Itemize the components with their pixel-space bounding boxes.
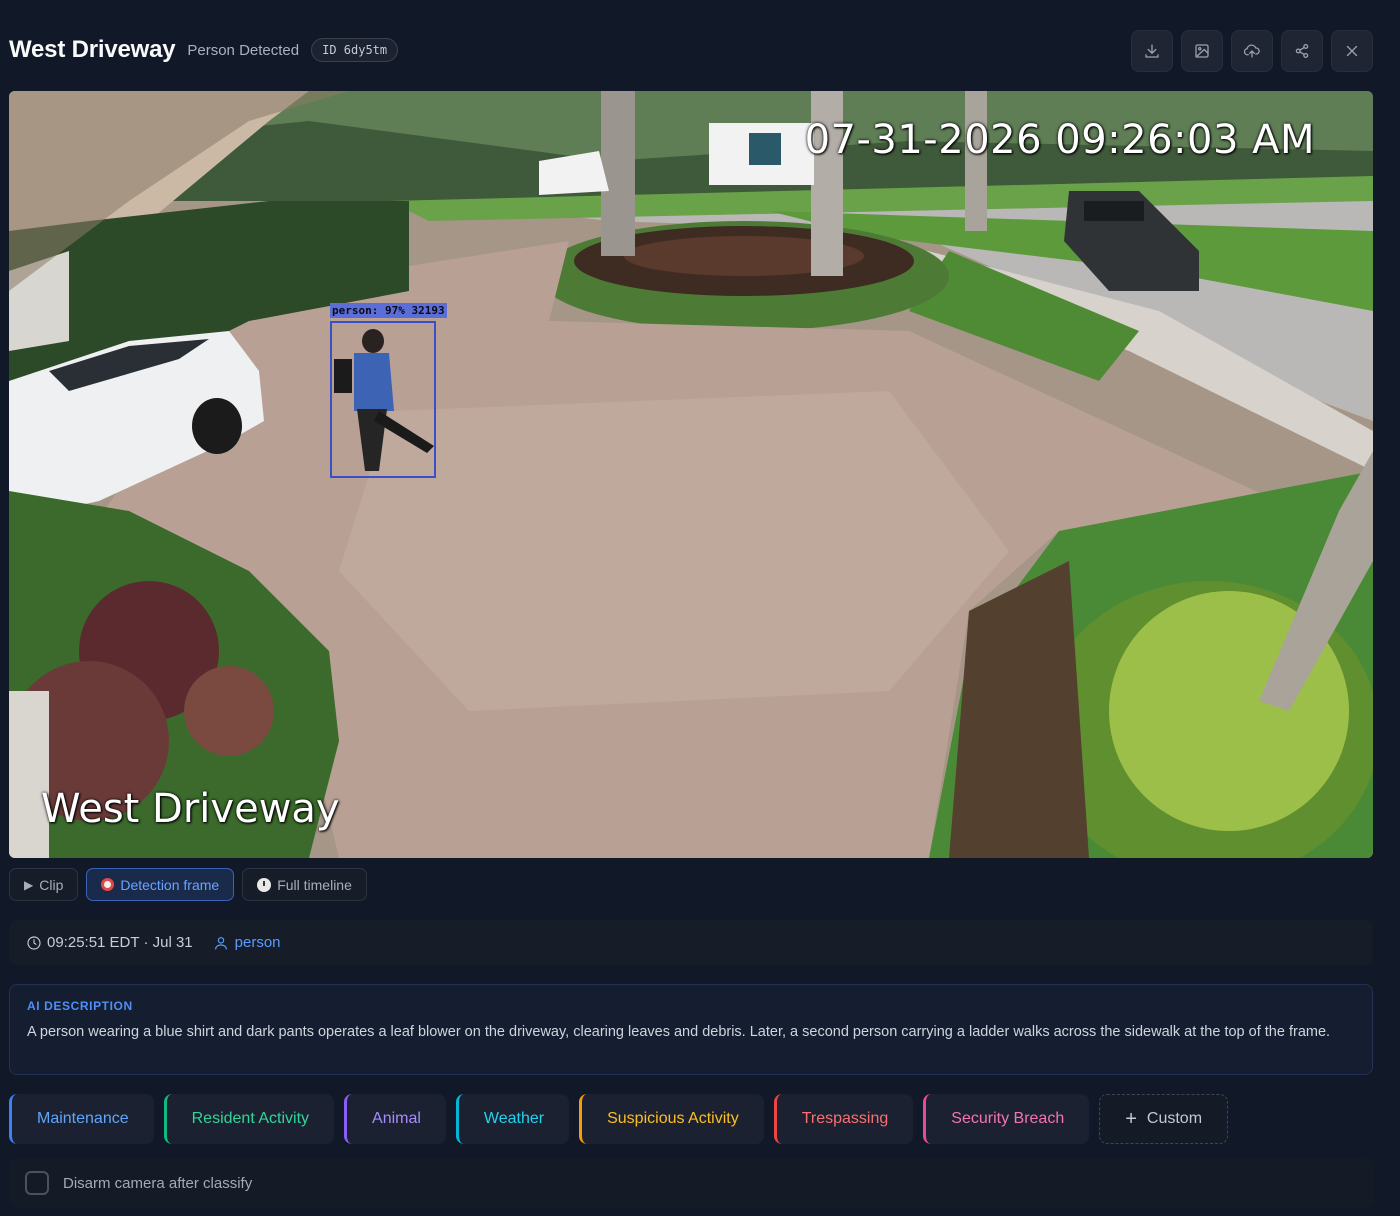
close-button[interactable] — [1331, 30, 1373, 72]
tab-full-timeline-label: Full timeline — [277, 876, 352, 893]
camera-frame-image — [9, 91, 1373, 858]
image-icon — [1195, 44, 1209, 58]
event-header: West Driveway Person Detected ID 6dy5tm — [9, 28, 1373, 72]
add-custom-classification-button[interactable]: + Custom — [1099, 1094, 1229, 1144]
tab-detection-frame-label: Detection frame — [120, 876, 220, 893]
classify-suspicious-activity-button[interactable]: Suspicious Activity — [579, 1094, 764, 1144]
download-button[interactable] — [1131, 30, 1173, 72]
classify-animal-button[interactable]: Animal — [344, 1094, 446, 1144]
camera-title: West Driveway — [9, 36, 176, 63]
share-icon — [1295, 43, 1309, 59]
classify-security-breach-button[interactable]: Security Breach — [923, 1094, 1090, 1144]
detection-box-label: person: 97% 32193 — [330, 303, 447, 318]
close-icon — [1346, 45, 1358, 57]
classify-trespassing-button[interactable]: Trespassing — [773, 1094, 914, 1144]
share-button[interactable] — [1281, 30, 1323, 72]
event-type-label: Person Detected — [187, 41, 300, 59]
event-meta-row: 09:25:51 EDT · Jul 31 person — [9, 920, 1373, 965]
snapshot-button[interactable] — [1181, 30, 1223, 72]
classify-resident-activity-button[interactable]: Resident Activity — [163, 1094, 335, 1144]
tab-clip-label: Clip — [39, 876, 64, 893]
osd-camera-name: West Driveway — [41, 786, 340, 832]
clock-icon — [257, 877, 272, 892]
time-icon — [27, 935, 41, 950]
ai-description-text: A person wearing a blue shirt and dark p… — [27, 1024, 1331, 1040]
classify-maintenance-button[interactable]: Maintenance — [9, 1094, 154, 1144]
plus-icon: + — [1125, 1108, 1137, 1130]
media-view-tabs: ▶ Clip Detection frame Full timeline — [9, 868, 367, 901]
disarm-label: Disarm camera after classify — [63, 1174, 253, 1192]
classification-buttons: Maintenance Resident Activity Animal Wea… — [9, 1094, 1229, 1144]
custom-label: Custom — [1146, 1110, 1203, 1127]
detection-frame-viewer[interactable]: person: 97% 32193 07-31-2026 09:26:03 AM… — [9, 91, 1373, 858]
person-icon — [214, 936, 227, 950]
detected-object-label: person — [234, 934, 281, 951]
disarm-option: Disarm camera after classify — [9, 1158, 1373, 1208]
target-icon — [101, 878, 115, 891]
header-actions — [1131, 30, 1373, 72]
upload-button[interactable] — [1231, 30, 1273, 72]
detected-object-tag[interactable]: person — [213, 934, 281, 951]
event-time: 09:25:51 EDT · Jul 31 — [47, 934, 193, 951]
classify-weather-button[interactable]: Weather — [455, 1094, 570, 1144]
ai-description-panel: AI DESCRIPTION A person wearing a blue s… — [9, 984, 1373, 1075]
play-icon: ▶ — [24, 877, 34, 892]
tab-clip[interactable]: ▶ Clip — [9, 868, 79, 901]
osd-timestamp: 07-31-2026 09:26:03 AM — [804, 117, 1315, 163]
download-icon — [1145, 44, 1159, 58]
cloud-upload-icon — [1243, 44, 1260, 58]
disarm-checkbox[interactable] — [25, 1171, 49, 1195]
detection-bounding-box — [330, 321, 436, 478]
tab-detection-frame[interactable]: Detection frame — [86, 868, 235, 901]
tab-full-timeline[interactable]: Full timeline — [242, 868, 367, 901]
ai-description-heading: AI DESCRIPTION — [27, 999, 133, 1013]
event-id-badge: ID 6dy5tm — [311, 38, 399, 62]
